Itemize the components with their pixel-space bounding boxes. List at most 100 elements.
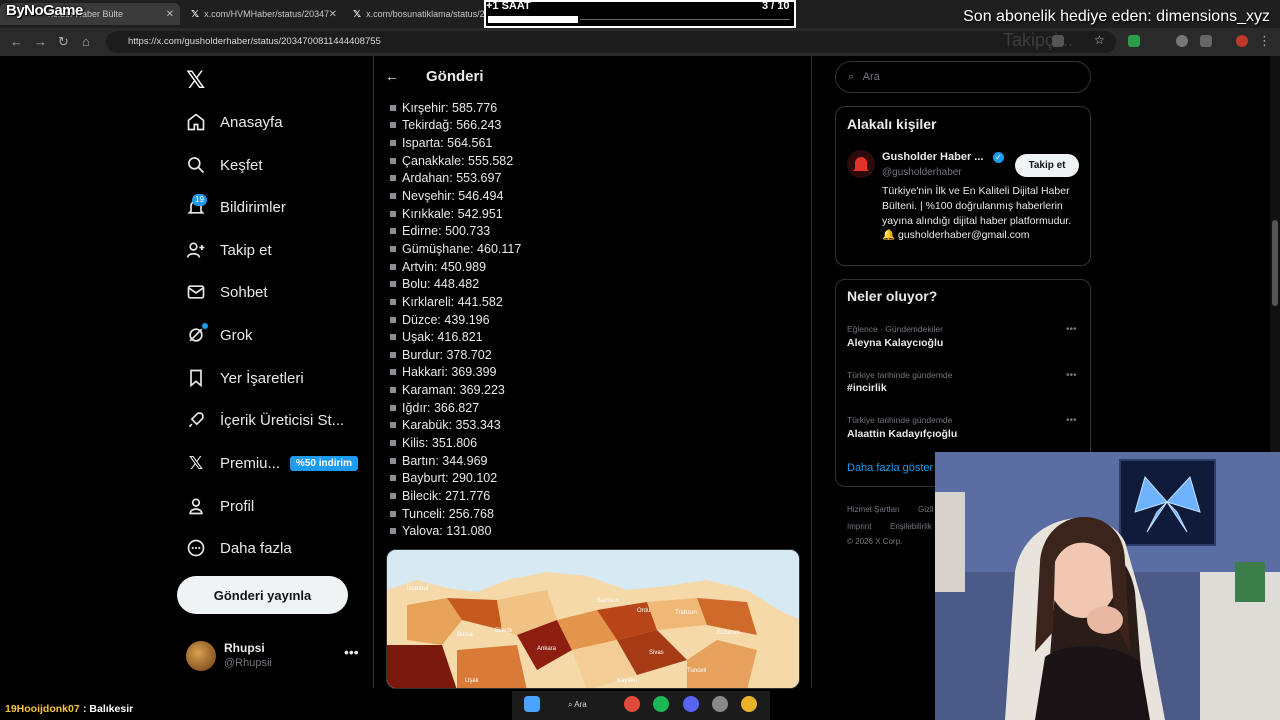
- bullet-square-icon: [390, 281, 396, 288]
- nav-label: Daha fazla: [220, 539, 292, 557]
- tab-label: x.com/HVMHaber/status/20347: [204, 9, 330, 19]
- bullet-square-icon: [390, 422, 396, 429]
- trend-name[interactable]: Alaattin Kadayıfçıoğlu: [847, 428, 957, 440]
- post-button[interactable]: Gönderi yayınla: [177, 576, 348, 614]
- nav-label: Bildirimler: [220, 198, 286, 216]
- account-more-icon[interactable]: •••: [344, 644, 359, 660]
- footer-copyright: © 2026 X Corp.: [847, 537, 903, 546]
- map-city-label: Sivas: [649, 650, 664, 656]
- footer-accessibility-link[interactable]: Erişilebilirlik: [890, 522, 932, 531]
- subscription-notice: Son abonelik hediye eden: dimensions_xyz: [963, 8, 1270, 25]
- city-row: Bartın: 344.969: [390, 452, 790, 470]
- bullet-square-icon: [390, 475, 396, 482]
- bullet-square-icon: [390, 492, 396, 499]
- timer-label: +1 SAAT: [486, 0, 531, 12]
- nav-messages[interactable]: Sohbet: [186, 277, 268, 307]
- city-value: Iğdır: 366.827: [402, 400, 480, 415]
- rocket-icon: [186, 410, 206, 430]
- nav-home[interactable]: Anasayfa: [186, 107, 283, 137]
- taskbar-search[interactable]: ⌕ Ara: [560, 697, 612, 713]
- bullet-square-icon: [390, 193, 396, 200]
- city-value: Isparta: 564.561: [402, 136, 493, 151]
- nav-creator-studio[interactable]: İçerik Üreticisi St...: [186, 405, 344, 435]
- x-icon: 𝕏: [188, 452, 204, 473]
- map-city-label: Bilecik: [495, 628, 513, 634]
- bullet-square-icon: [390, 175, 396, 182]
- trend-name[interactable]: #incirlik: [847, 382, 887, 394]
- webcam-scene: [935, 452, 1280, 720]
- bullet-square-icon: [390, 298, 396, 305]
- windows-start-icon[interactable]: [524, 696, 540, 712]
- footer-privacy-link[interactable]: Gizli: [918, 505, 934, 514]
- city-row: Ardahan: 553.697: [390, 170, 790, 188]
- trend-name[interactable]: Aleyna Kalaycıoğlu: [847, 337, 943, 349]
- chrome-icon[interactable]: [624, 696, 640, 712]
- city-value: Gümüşhane: 460.117: [402, 241, 522, 256]
- city-row: Nevşehir: 546.494: [390, 187, 790, 205]
- cast-icon[interactable]: [1052, 35, 1064, 47]
- nav-follow[interactable]: Takip et: [186, 235, 272, 265]
- nav-profile[interactable]: Profil: [186, 491, 254, 521]
- footer-terms-link[interactable]: Hizmet Şartları: [847, 505, 900, 514]
- map-city-label: Erzurum: [717, 630, 740, 636]
- url-field[interactable]: https://x.com/gusholderhaber/status/2034…: [106, 31, 1116, 53]
- timer-count: 3 / 10: [762, 0, 790, 12]
- city-value: Kilis: 351.806: [402, 435, 478, 450]
- search-input[interactable]: ⌕ Ara: [835, 61, 1091, 93]
- mail-icon: [186, 282, 206, 302]
- city-value: Tekirdağ: 566.243: [402, 118, 502, 133]
- nav-bookmarks[interactable]: Yer İşaretleri: [186, 363, 304, 393]
- browser-tab-3[interactable]: 𝕏 x.com/bosunatiklama/status/20...: [345, 3, 497, 25]
- nav-label: Yer İşaretleri: [220, 369, 304, 387]
- footer-imprint-link[interactable]: Imprint: [847, 522, 871, 531]
- menu-kebab-icon[interactable]: ⋮: [1258, 33, 1271, 49]
- puzzle-icon[interactable]: [1200, 35, 1212, 47]
- city-row: Burdur: 378.702: [390, 346, 790, 364]
- bullet-square-icon: [390, 457, 396, 464]
- trend-context: Eğlence · Gündemdekiler: [847, 324, 943, 334]
- related-name[interactable]: Gusholder Haber ...: [882, 151, 983, 163]
- show-more-link[interactable]: Daha fazla göster: [847, 462, 933, 474]
- nav-more[interactable]: Daha fazla: [186, 533, 292, 563]
- discord-icon[interactable]: [683, 696, 699, 712]
- extension-icon[interactable]: [1176, 35, 1188, 47]
- map-city-label: Bursa: [457, 632, 473, 638]
- nav-explore[interactable]: Keşfet: [186, 150, 263, 180]
- related-avatar[interactable]: [847, 150, 875, 178]
- home-browser-icon[interactable]: ⌂: [82, 34, 90, 49]
- scrollbar-thumb[interactable]: [1272, 220, 1278, 306]
- timer-progress-fill: [488, 16, 578, 23]
- x-favicon-icon: 𝕏: [353, 8, 362, 20]
- related-bio: Türkiye'nin İlk ve En Kaliteli Dijital H…: [882, 185, 1072, 242]
- nav-grok[interactable]: Grok: [186, 320, 253, 350]
- city-row: Karaman: 369.223: [390, 381, 790, 399]
- trend-more-icon[interactable]: •••: [1066, 324, 1077, 335]
- star-icon[interactable]: ☆: [1094, 33, 1106, 47]
- follow-button[interactable]: Takip et: [1015, 154, 1079, 177]
- close-tab-icon[interactable]: ✕: [166, 9, 174, 20]
- obs-icon[interactable]: [712, 696, 728, 712]
- trend-more-icon[interactable]: •••: [1066, 415, 1077, 426]
- more-icon: [186, 538, 206, 558]
- trend-more-icon[interactable]: •••: [1066, 370, 1077, 381]
- nav-premium[interactable]: 𝕏 Premiu...: [186, 448, 280, 478]
- reload-icon[interactable]: ↻: [58, 34, 69, 50]
- map-image[interactable]: İstanbul Bursa Bilecik Ankara Samsun Ordu Trab…: [386, 549, 800, 689]
- close-tab-icon[interactable]: ✕: [329, 9, 337, 20]
- back-icon[interactable]: ←: [10, 34, 23, 49]
- shield-extension-icon[interactable]: [1128, 35, 1140, 47]
- city-value: Bolu: 448.482: [402, 277, 480, 292]
- browser-tab-2[interactable]: 𝕏 x.com/HVMHaber/status/20347 ✕: [183, 3, 343, 25]
- forward-icon[interactable]: →: [34, 34, 47, 49]
- spotify-icon[interactable]: [653, 696, 669, 712]
- chrome-alt-icon[interactable]: [741, 696, 757, 712]
- back-arrow-icon[interactable]: ←: [385, 68, 399, 84]
- map-city-label: Trabzon: [675, 610, 697, 616]
- profile-avatar-icon[interactable]: [1236, 35, 1248, 47]
- taskbar-search-label: Ara: [574, 700, 587, 709]
- x-logo-icon[interactable]: 𝕏: [186, 66, 205, 95]
- bullet-square-icon: [390, 122, 396, 129]
- related-title: Alakalı kişiler: [847, 116, 937, 132]
- city-row: Karabük: 353.343: [390, 417, 790, 435]
- city-value: Kırşehir: 585.776: [402, 100, 498, 115]
